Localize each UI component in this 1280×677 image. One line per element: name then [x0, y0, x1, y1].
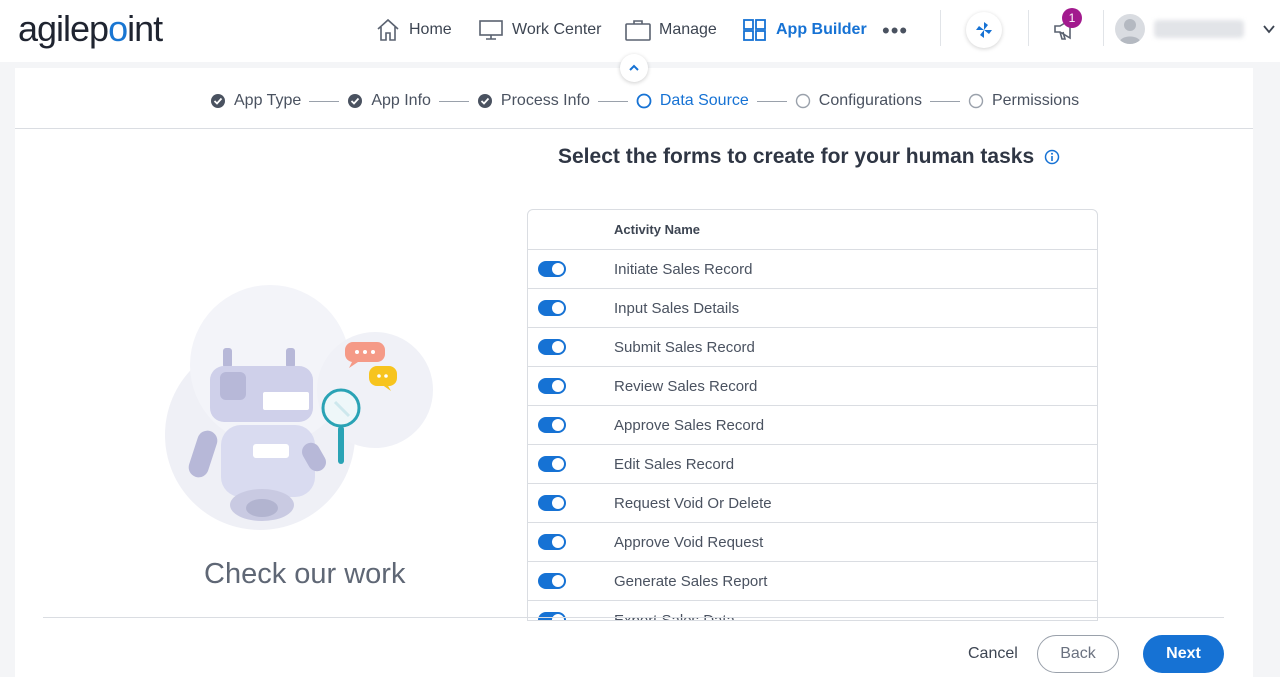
nav-work-center-label: Work Center: [512, 21, 602, 38]
form-toggle-switch[interactable]: [538, 417, 566, 433]
step-data-source[interactable]: Data Source: [636, 92, 749, 110]
page-title: Select the forms to create for your huma…: [558, 145, 1060, 169]
nav-app-builder[interactable]: App Builder: [742, 16, 867, 44]
circle-empty-icon: [968, 93, 984, 109]
activity-name: Submit Sales Record: [614, 338, 755, 356]
username-blurred[interactable]: [1154, 20, 1244, 38]
chevron-down-icon[interactable]: [1262, 22, 1276, 36]
step-connector: [438, 100, 469, 102]
form-toggle-switch[interactable]: [538, 300, 566, 316]
chevron-up-icon: [629, 64, 639, 71]
home-icon: [377, 18, 399, 41]
monitor-icon: [479, 20, 503, 40]
form-toggle-switch[interactable]: [538, 456, 566, 472]
divider: [940, 10, 941, 46]
table-row: Request Void Or Delete: [528, 484, 1097, 523]
form-toggle-switch[interactable]: [538, 339, 566, 355]
circle-empty-icon: [795, 93, 810, 109]
check-circle-icon: [477, 94, 492, 108]
top-navigation-bar: agilepoint Home Work Center Manage App B…: [0, 0, 1280, 62]
activity-name: Input Sales Details: [614, 299, 740, 317]
step-permissions[interactable]: Permissions: [968, 92, 1079, 110]
activity-name: Review Sales Record: [614, 377, 758, 395]
nav-work-center[interactable]: Work Center: [478, 16, 602, 44]
activity-name: Approve Sales Record: [614, 416, 765, 434]
check-circle-icon: [211, 94, 225, 108]
more-menu-icon[interactable]: •••: [882, 18, 908, 44]
step-app-info[interactable]: App Info: [347, 92, 431, 110]
step-connector: [756, 100, 787, 102]
table-row: Submit Sales Record: [528, 328, 1097, 367]
table-row: Approve Sales Record: [528, 406, 1097, 445]
wizard-stepper: App Type App Info Process Info Data Sour…: [210, 90, 1079, 112]
step-process-info[interactable]: Process Info: [477, 92, 590, 110]
info-icon[interactable]: [1044, 149, 1060, 165]
back-button[interactable]: Back: [1037, 635, 1119, 673]
nav-home-label: Home: [409, 21, 452, 38]
divider: [1103, 10, 1104, 46]
activity-name: Initiate Sales Record: [614, 260, 753, 278]
step-configurations[interactable]: Configurations: [795, 92, 922, 110]
activity-name: Request Void Or Delete: [614, 494, 772, 512]
activity-name: Edit Sales Record: [614, 455, 735, 473]
table-row: Review Sales Record: [528, 367, 1097, 406]
collapse-header-button[interactable]: [620, 54, 648, 82]
nav-app-builder-label: App Builder: [776, 21, 867, 38]
robot-illustration: [165, 285, 433, 530]
nav-home[interactable]: Home: [375, 16, 452, 44]
form-toggle-switch[interactable]: [538, 495, 566, 511]
table-row: Generate Sales Report: [528, 562, 1097, 601]
illustration-caption: Check our work: [204, 558, 406, 590]
step-connector: [929, 100, 960, 102]
pinwheel-icon: [976, 22, 992, 38]
agilepoint-logo[interactable]: agilepoint: [18, 8, 163, 50]
form-toggle-switch[interactable]: [538, 534, 566, 550]
form-toggle-switch[interactable]: [538, 573, 566, 589]
next-button[interactable]: Next: [1143, 635, 1224, 673]
table-row: Edit Sales Record: [528, 445, 1097, 484]
step-app-type[interactable]: App Type: [210, 92, 301, 110]
divider: [1028, 10, 1029, 46]
table-row: Initiate Sales Record: [528, 250, 1097, 289]
table-header: Activity Name: [528, 210, 1097, 250]
ai-assistant-button[interactable]: [966, 12, 1002, 48]
step-connector: [309, 100, 340, 102]
stepper-divider: [15, 128, 1253, 129]
briefcase-icon: [625, 20, 651, 41]
step-connector: [597, 100, 628, 102]
footer-divider: [43, 617, 1224, 618]
activity-name: Generate Sales Report: [614, 572, 768, 590]
table-row: Input Sales Details: [528, 289, 1097, 328]
cancel-button[interactable]: Cancel: [962, 644, 1024, 664]
notification-badge: 1: [1062, 8, 1082, 28]
activity-name: Approve Void Request: [614, 533, 764, 551]
column-header-activity-name: Activity Name: [614, 222, 700, 237]
grid-icon: [743, 19, 766, 41]
check-circle-icon: [348, 94, 363, 108]
nav-manage[interactable]: Manage: [625, 16, 717, 44]
table-row: Approve Void Request: [528, 523, 1097, 562]
form-toggle-switch[interactable]: [538, 261, 566, 277]
nav-manage-label: Manage: [659, 21, 717, 38]
user-avatar[interactable]: [1115, 14, 1145, 44]
form-toggle-switch[interactable]: [538, 378, 566, 394]
circle-current-icon: [636, 93, 652, 109]
table-row: Export Sales Data: [528, 601, 1097, 620]
activity-table: Activity Name Initiate Sales Record Input…: [527, 209, 1098, 621]
